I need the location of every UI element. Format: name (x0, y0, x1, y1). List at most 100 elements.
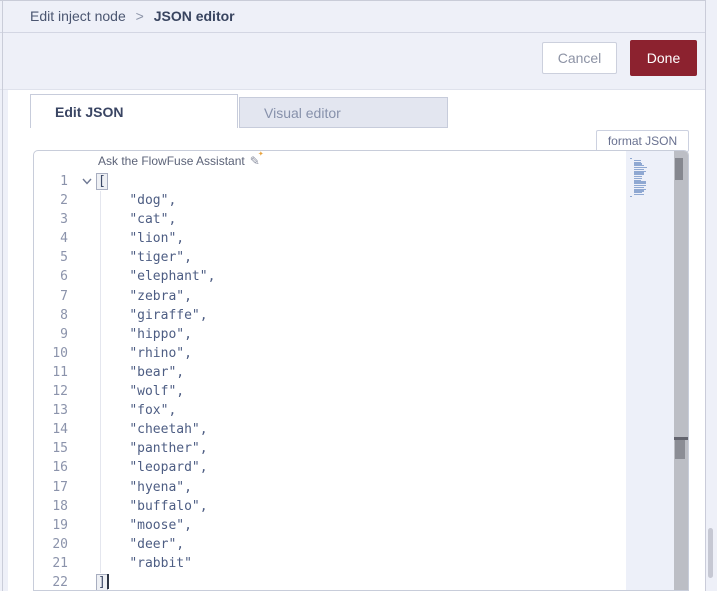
breadcrumb-separator: > (135, 8, 144, 24)
line-number: 6 (60, 269, 68, 285)
code-line: 13 "fox", (34, 401, 626, 420)
code-line: 17 "hyena", (34, 478, 626, 497)
page-scrollbar-thumb[interactable] (708, 528, 713, 578)
line-number: 8 (60, 307, 68, 323)
done-button[interactable]: Done (630, 40, 697, 76)
tray-left-border (2, 0, 3, 591)
code-line: 7 "zebra", (34, 287, 626, 306)
tab-visual-editor[interactable]: Visual editor (239, 97, 448, 128)
code-text: "elephant", (129, 269, 216, 285)
code-text: "cat", (129, 212, 177, 228)
code-text: "tiger", (129, 250, 192, 266)
minimap-line-mark (630, 195, 632, 198)
code-line: 19 "moose", (34, 516, 626, 535)
code-line: 22] (34, 573, 626, 590)
code-text: "moose", (129, 517, 192, 533)
fold-gutter (78, 420, 98, 439)
line-number: 9 (60, 326, 68, 342)
line-number: 3 (60, 212, 68, 228)
minimap-line-mark (634, 194, 644, 196)
code-line: 14 "cheetah", (34, 420, 626, 439)
fold-gutter (78, 363, 98, 382)
fold-gutter (78, 325, 98, 344)
page-scrollbar-track (706, 0, 717, 591)
fold-gutter (78, 210, 98, 229)
line-number: 7 (60, 288, 68, 304)
minimap-line-mark (630, 158, 632, 160)
line-number: 17 (52, 479, 68, 495)
code-text: "buffalo", (129, 498, 208, 514)
code-text: "rabbit" (129, 555, 192, 571)
code-text: "hyena", (129, 479, 192, 495)
code-text: ] (96, 573, 626, 590)
fold-gutter (78, 439, 98, 458)
line-number: 18 (52, 498, 68, 514)
fold-gutter (78, 478, 98, 497)
code-line: 8 "giraffe", (34, 306, 626, 325)
fold-gutter (78, 229, 98, 248)
cancel-button[interactable]: Cancel (542, 42, 617, 74)
overview-ruler-marker-block[interactable] (675, 440, 685, 459)
fold-gutter (78, 535, 98, 554)
line-number: 22 (52, 574, 68, 590)
code-line: 9 "hippo", (34, 325, 626, 344)
editor-scrollbar-thumb[interactable] (675, 158, 683, 180)
format-json-button[interactable]: format JSON (596, 130, 689, 152)
code-text: "hippo", (129, 326, 192, 342)
code-text: "zebra", (129, 288, 192, 304)
code-text: "cheetah", (129, 422, 208, 438)
fold-gutter (78, 516, 98, 535)
line-number: 2 (60, 193, 68, 209)
fold-gutter (78, 248, 98, 267)
line-number: 12 (52, 384, 68, 400)
line-number: 1 (60, 174, 68, 189)
code-text: "dog", (129, 193, 177, 209)
fold-gutter (78, 306, 98, 325)
code-line: 18 "buffalo", (34, 497, 626, 516)
editor-scrollbar (674, 151, 688, 590)
fold-gutter (78, 497, 98, 516)
fold-gutter (78, 287, 98, 306)
fold-gutter (78, 344, 98, 363)
line-number: 11 (52, 364, 68, 380)
line-number: 20 (52, 536, 68, 552)
fold-gutter (78, 401, 98, 420)
breadcrumb-parent-link[interactable]: Edit inject node (30, 8, 126, 24)
code-text: [ (96, 172, 626, 191)
assistant-hint[interactable]: Ask the FlowFuse Assistant ✎ ✦ (98, 151, 264, 172)
line-number: 21 (52, 555, 68, 571)
code-line: 4 "lion", (34, 229, 626, 248)
code-line: 16 "leopard", (34, 458, 626, 477)
fold-gutter (78, 191, 98, 210)
line-number: 15 (52, 441, 68, 457)
line-number: 14 (52, 422, 68, 438)
text-cursor (106, 573, 109, 589)
code-line: 15 "panther", (34, 439, 626, 458)
line-number: 4 (60, 231, 68, 247)
tab-edit-json[interactable]: Edit JSON (30, 94, 238, 128)
code-text: "rhino", (129, 345, 192, 361)
code-line: 1[ (34, 172, 626, 191)
line-number: 16 (52, 460, 68, 476)
code-text: "bear", (129, 364, 185, 380)
code-line: 6 "elephant", (34, 267, 626, 286)
code-line: 12 "wolf", (34, 382, 626, 401)
code-line: 20 "deer", (34, 535, 626, 554)
fold-gutter (78, 458, 98, 477)
assistant-hint-label: Ask the FlowFuse Assistant (98, 154, 245, 168)
code-line: 3 "cat", (34, 210, 626, 229)
fold-gutter (78, 382, 98, 401)
code-text: "deer", (129, 536, 185, 552)
json-code-editor[interactable]: 1[2 "dog", 3 "cat", 4 "lion", 5 "tiger", 6 "… (33, 150, 689, 591)
sparkle-icon: ✦ (257, 151, 264, 158)
code-text: "panther", (129, 441, 208, 457)
line-number: 19 (52, 517, 68, 533)
code-text: "lion", (129, 231, 185, 247)
minimap[interactable] (626, 151, 674, 590)
code-text: "wolf", (129, 384, 185, 400)
magic-pencil-icon: ✎ ✦ (249, 151, 264, 168)
code-text: "leopard", (129, 460, 208, 476)
code-line: 2 "dog", (34, 191, 626, 210)
fold-chevron-down-icon[interactable] (78, 172, 98, 191)
code-line: 21 "rabbit" (34, 554, 626, 573)
